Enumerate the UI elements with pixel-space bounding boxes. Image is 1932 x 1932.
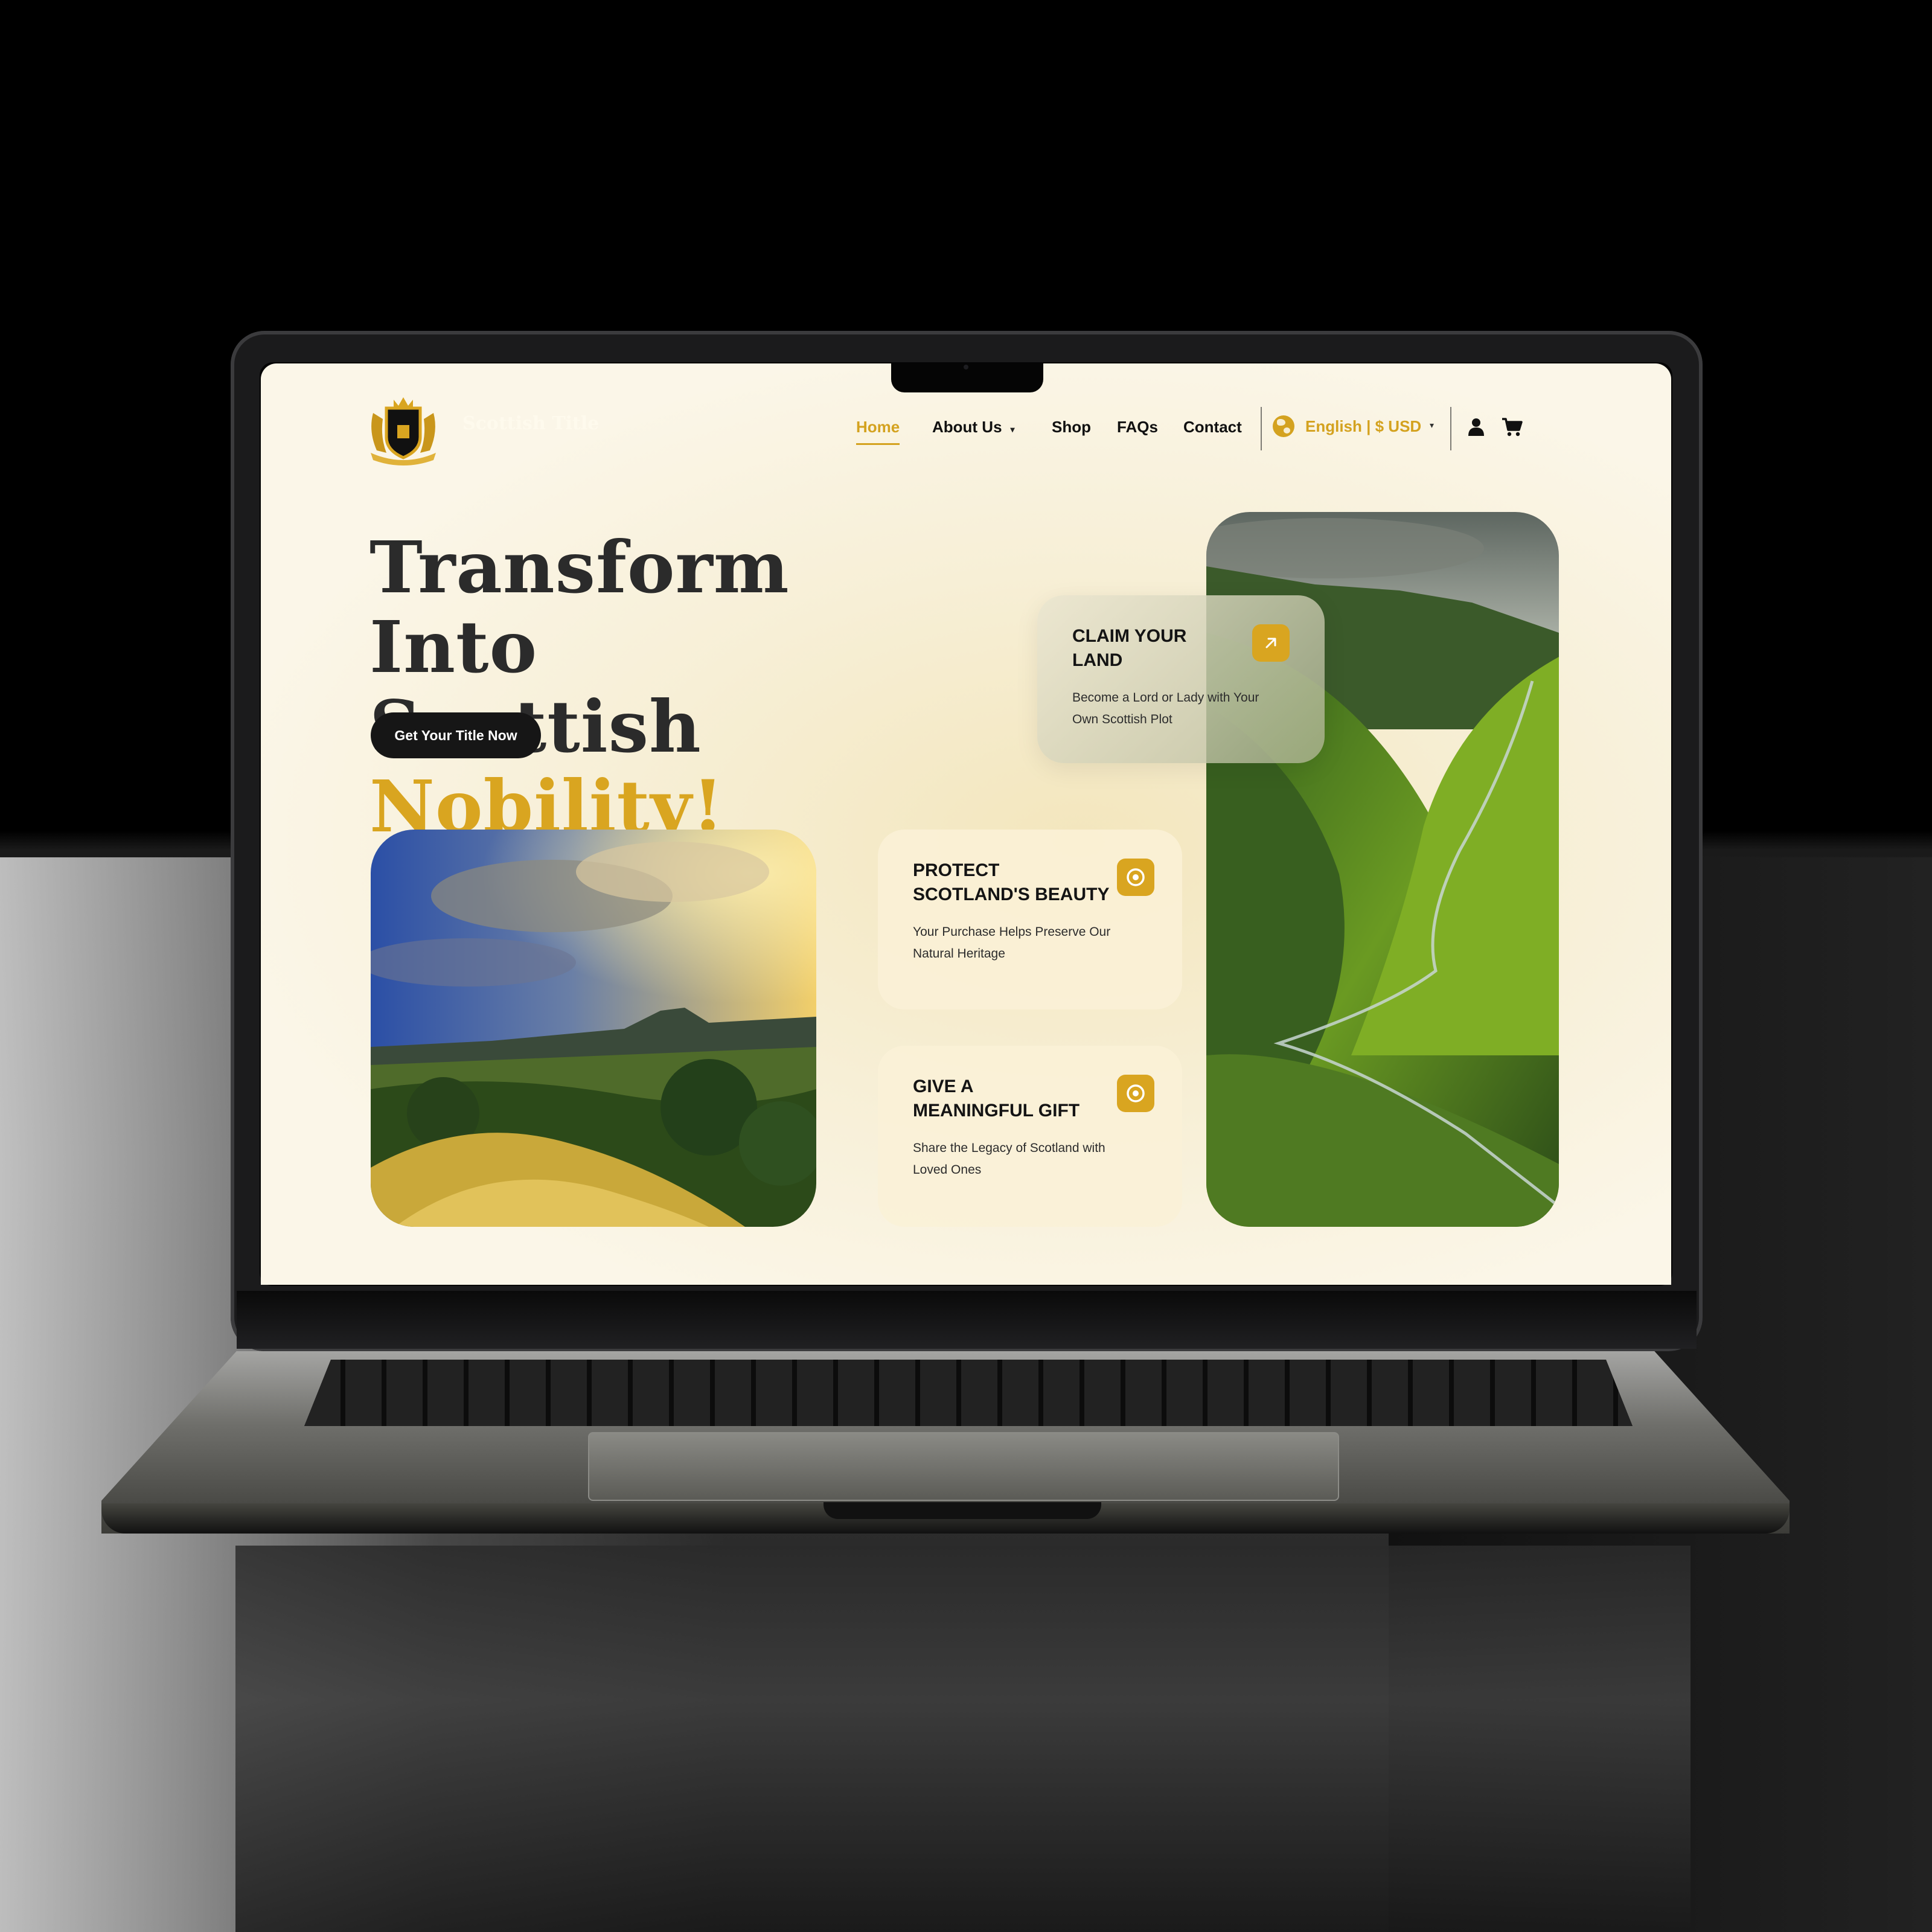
nav-contact[interactable]: Contact [1183,418,1242,437]
lid-opening-notch [824,1502,1101,1519]
card-description: Share the Legacy of Scotland with Loved … [913,1137,1105,1181]
photo-scene: Scottish Title Home About Us ▾ Shop FAQs … [0,0,1932,1932]
nav-home[interactable]: Home [856,418,900,445]
scottish-hills-sunset-photo [371,830,816,1227]
globe-icon [1273,415,1294,437]
cart-icon[interactable] [1501,417,1523,437]
coat-of-arms-logo[interactable] [362,395,444,466]
meaningful-gift-card[interactable]: GIVE A MEANINGFUL GIFT Share the Legacy … [878,1046,1182,1227]
user-icon[interactable] [1466,417,1486,437]
brand-name: Scottish Title [462,413,600,434]
card-description-line: Natural Heritage [913,947,1005,961]
nav-about-us[interactable]: About Us ▾ [932,418,1015,437]
nav-shop[interactable]: Shop [1052,418,1091,437]
card-title: PROTECT SCOTLAND'S BEAUTY [913,859,1109,907]
nav-divider [1450,407,1451,450]
protect-beauty-card[interactable]: PROTECT SCOTLAND'S BEAUTY Your Purchase … [878,830,1182,1009]
arrow-up-right-icon[interactable] [1252,624,1290,662]
claim-land-card[interactable]: CLAIM YOUR LAND Become a Lord or Lady wi… [1037,595,1325,763]
target-icon [1117,859,1154,896]
nav-divider [1261,407,1262,450]
laptop-reflection [235,1546,1690,1932]
card-title-line: PROTECT [913,860,1000,880]
card-description-line: Share the Legacy of Scotland with [913,1141,1105,1155]
card-description-line: Loved Ones [913,1163,982,1177]
hero-headline: Transform Into Scottish Nobility! [369,528,913,846]
target-icon [1117,1075,1154,1112]
card-title-line: CLAIM YOUR [1072,626,1187,646]
nav-faqs[interactable]: FAQs [1117,418,1158,437]
card-description-line: Become a Lord or Lady with Your [1072,691,1259,705]
card-description: Your Purchase Helps Preserve Our Natural… [913,921,1110,965]
card-title-line: MEANINGFUL GIFT [913,1101,1080,1121]
headline-line-1: Transform Into [369,525,790,689]
headline-line-2: Scottish Nobility! [369,687,913,846]
card-title-line: LAND [1072,650,1123,670]
card-title-line: GIVE A [913,1076,974,1096]
website-screen: Scottish Title Home About Us ▾ Shop FAQs … [261,363,1671,1285]
nav-about-us-label: About Us [932,418,1002,436]
chevron-down-icon: ▾ [1010,424,1015,434]
laptop-keyboard [304,1360,1633,1426]
language-currency-selector[interactable]: English | $ USD [1273,415,1421,437]
camera-icon [964,365,968,369]
chevron-down-icon[interactable]: ▾ [1430,420,1434,430]
get-title-button[interactable]: Get Your Title Now [371,712,541,758]
card-title: GIVE A MEANINGFUL GIFT [913,1075,1080,1123]
card-description-line: Own Scottish Plot [1072,712,1172,726]
card-title: CLAIM YOUR LAND [1072,624,1186,673]
laptop-trackpad [588,1432,1339,1501]
language-currency-label: English | $ USD [1305,417,1422,435]
card-description: Become a Lord or Lady with Your Own Scot… [1072,687,1259,731]
card-description-line: Your Purchase Helps Preserve Our [913,925,1111,939]
card-title-line: SCOTLAND'S BEAUTY [913,884,1110,904]
laptop-hinge [237,1291,1697,1349]
